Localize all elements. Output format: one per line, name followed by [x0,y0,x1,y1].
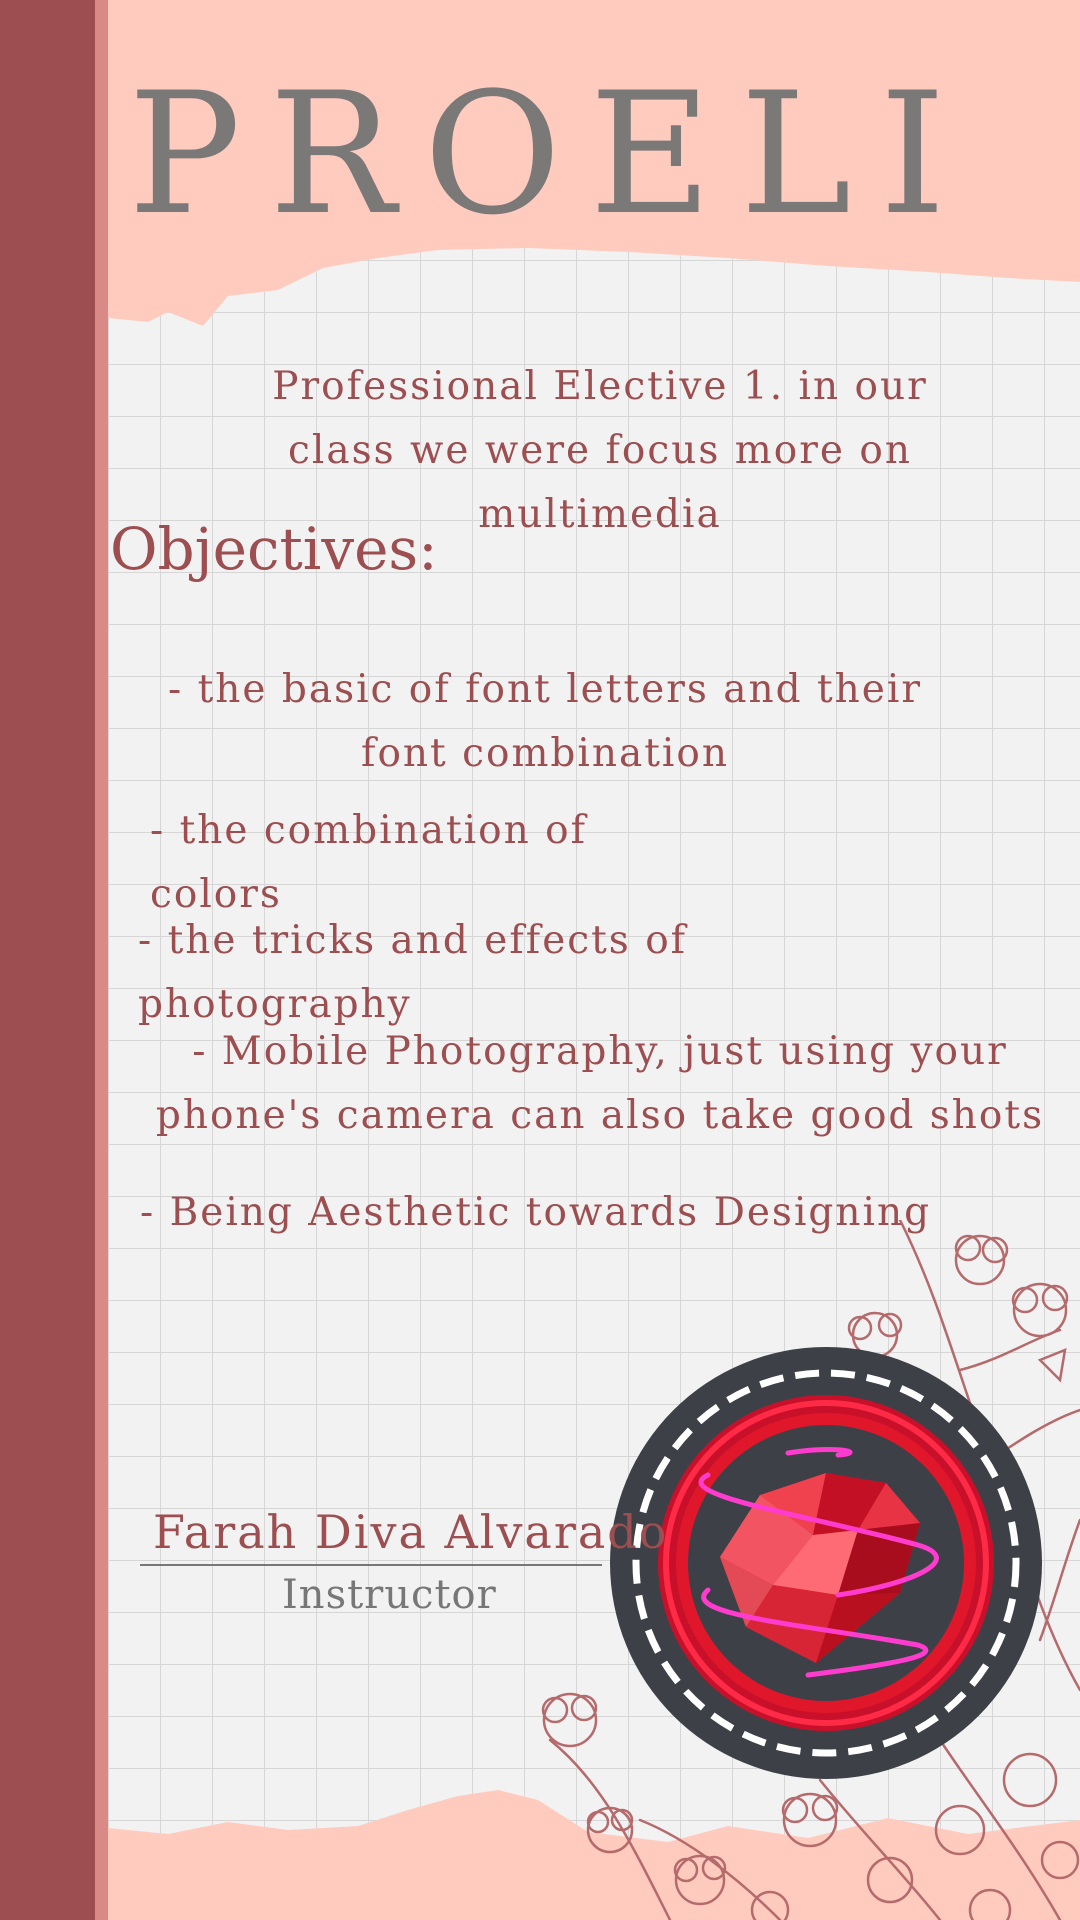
left-stripe-dark [0,0,95,1920]
left-stripe-light [95,0,108,1920]
instructor-name: Farah Diva Alvarado [153,1505,669,1559]
signature-line [140,1564,602,1566]
page-title: PROELI [128,56,974,252]
instructor-role: Instructor [282,1572,497,1618]
objective-item: - the tricks and effects of photography [138,918,688,1027]
objectives-heading: Objectives: [110,515,438,583]
objective-item: - the basic of font letters and their fo… [168,667,922,776]
ruby-gem-logo-badge [610,1347,1042,1779]
objective-item: - Mobile Photography, just using your ph… [155,1029,1045,1138]
objective-item: - the combination of colors [150,808,588,917]
